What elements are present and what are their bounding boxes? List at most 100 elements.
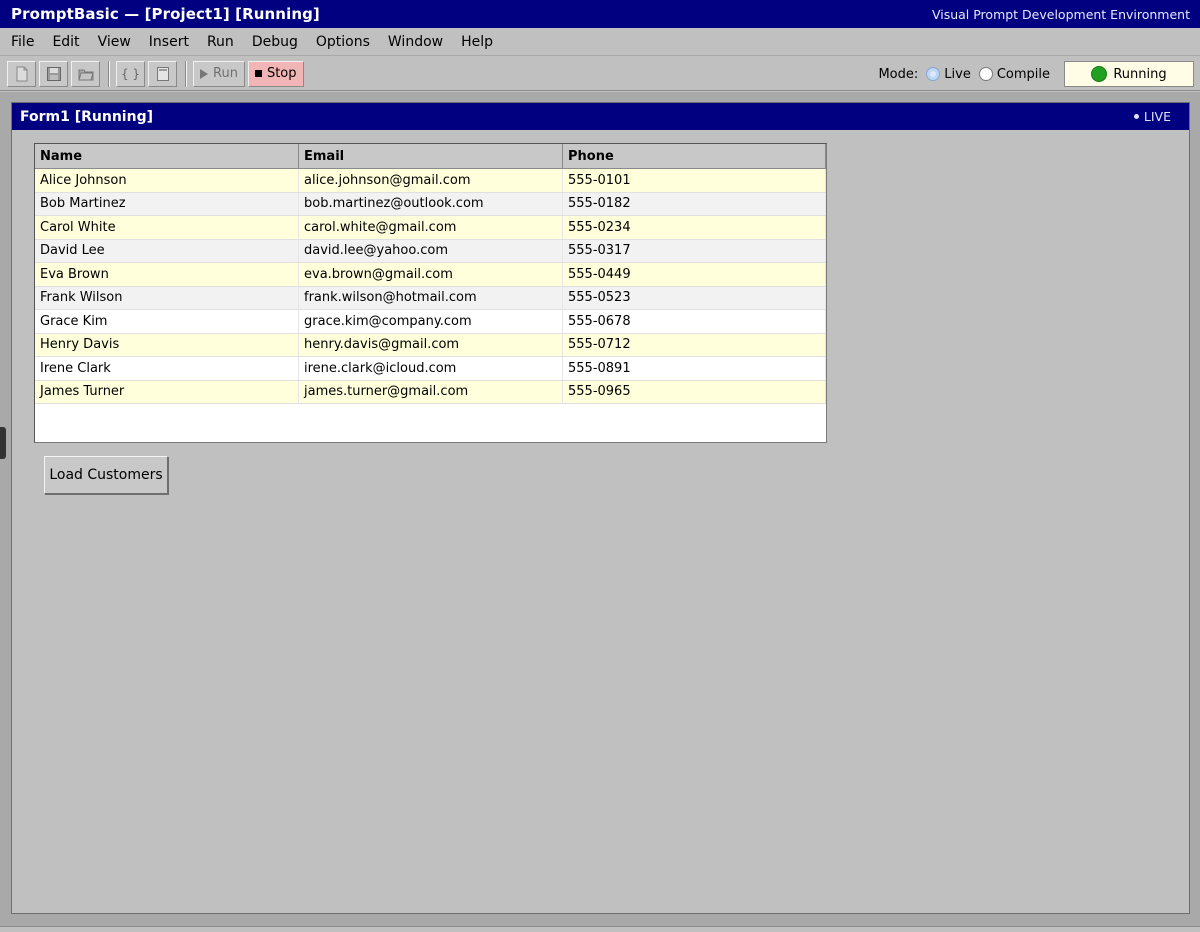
form-title: Form1 [Running] — [20, 108, 153, 125]
open-folder-button[interactable] — [71, 60, 100, 87]
code-view-button[interactable]: { } — [116, 60, 145, 87]
live-indicator: LIVE — [1133, 109, 1171, 124]
table-row[interactable]: Bob Martinez bob.martinez@outlook.com 555-… — [35, 192, 826, 216]
status-bar — [0, 926, 1200, 932]
grid-header: Name Email Phone — [35, 144, 826, 169]
cell-name[interactable]: Alice Johnson — [35, 169, 299, 192]
cell-email[interactable]: henry.davis@gmail.com — [299, 333, 563, 356]
cell-name[interactable]: Bob Martinez — [35, 192, 299, 215]
cell-email[interactable]: frank.wilson@hotmail.com — [299, 286, 563, 309]
status-label: Running — [1113, 66, 1167, 82]
cell-name[interactable]: David Lee — [35, 239, 299, 262]
cell-email[interactable]: david.lee@yahoo.com — [299, 239, 563, 262]
cell-name[interactable]: Henry Davis — [35, 333, 299, 356]
toolbar-separator — [108, 60, 110, 87]
cell-phone[interactable]: 555-0523 — [563, 286, 826, 309]
workspace: Form1 [Running] LIVE Name Email Phone Al… — [0, 92, 1200, 932]
menu-options[interactable]: Options — [307, 28, 379, 56]
cell-email[interactable]: grace.kim@company.com — [299, 310, 563, 333]
status-light-icon — [1091, 66, 1108, 82]
menu-run[interactable]: Run — [198, 28, 243, 56]
radio-selected-icon — [926, 67, 941, 81]
cell-email[interactable]: irene.clark@icloud.com — [299, 357, 563, 380]
cell-email[interactable]: james.turner@gmail.com — [299, 380, 563, 403]
menu-view[interactable]: View — [89, 28, 140, 56]
menu-debug[interactable]: Debug — [243, 28, 307, 56]
mode-live-label: Live — [944, 66, 971, 82]
cell-email[interactable]: eva.brown@gmail.com — [299, 263, 563, 286]
table-row[interactable]: Carol White carol.white@gmail.com 555-0234 — [35, 216, 826, 240]
form-title-bar: Form1 [Running] LIVE — [12, 103, 1189, 130]
code-braces-icon: { } — [120, 66, 141, 81]
mode-selector: Mode: Live Compile — [878, 57, 1050, 91]
menu-file[interactable]: File — [2, 28, 43, 56]
form-window: Form1 [Running] LIVE Name Email Phone Al… — [11, 102, 1190, 914]
table-row[interactable]: David Lee david.lee@yahoo.com 555-0317 — [35, 239, 826, 263]
cell-name[interactable]: Eva Brown — [35, 263, 299, 286]
menu-insert[interactable]: Insert — [140, 28, 198, 56]
save-button[interactable] — [39, 60, 68, 87]
form-view-icon — [156, 66, 169, 81]
column-header-email[interactable]: Email — [299, 144, 563, 168]
cell-phone[interactable]: 555-0101 — [563, 169, 826, 192]
cell-name[interactable]: Frank Wilson — [35, 286, 299, 309]
title-bar: PromptBasic — [Project1] [Running] Visua… — [0, 0, 1200, 28]
mode-live-radio[interactable]: Live — [926, 67, 971, 82]
radio-unselected-icon — [978, 67, 993, 81]
save-icon — [46, 66, 61, 81]
cell-phone[interactable]: 555-0449 — [563, 263, 826, 286]
menu-bar: File Edit View Insert Run Debug Options Window H… — [0, 28, 1200, 56]
cell-email[interactable]: carol.white@gmail.com — [299, 216, 563, 239]
stop-icon — [254, 70, 262, 77]
table-row[interactable]: Irene Clark irene.clark@icloud.com 555-089… — [35, 357, 826, 381]
cell-name[interactable]: Carol White — [35, 216, 299, 239]
cell-phone[interactable]: 555-0317 — [563, 239, 826, 262]
window-subtitle: Visual Prompt Development Environment — [931, 6, 1190, 22]
window-title: PromptBasic — [Project1] [Running] — [11, 5, 320, 23]
cell-phone[interactable]: 555-0182 — [563, 192, 826, 215]
open-folder-icon — [77, 69, 94, 80]
cell-email[interactable]: alice.johnson@gmail.com — [299, 169, 563, 192]
cell-name[interactable]: James Turner — [35, 380, 299, 403]
cell-phone[interactable]: 555-0891 — [563, 357, 826, 380]
customer-grid[interactable]: Name Email Phone Alice Johnson alice.john… — [34, 143, 827, 443]
ide-window: PromptBasic — [Project1] [Running] Visua… — [0, 0, 1200, 932]
stop-button[interactable]: Stop — [247, 60, 304, 87]
load-customers-button[interactable]: Load Customers — [44, 456, 168, 494]
menu-help[interactable]: Help — [452, 28, 502, 56]
cell-phone[interactable]: 555-0234 — [563, 216, 826, 239]
table-row[interactable]: Eva Brown eva.brown@gmail.com 555-0449 — [35, 263, 826, 287]
grid-body: Alice Johnson alice.johnson@gmail.com 555-… — [35, 169, 826, 404]
menu-edit[interactable]: Edit — [43, 28, 88, 56]
column-header-phone[interactable]: Phone — [563, 144, 826, 168]
column-header-name[interactable]: Name — [35, 144, 299, 168]
toolbar: { } Run Stop Mode: Live Compile Running — [0, 57, 1200, 91]
table-row[interactable]: Grace Kim grace.kim@company.com 555-0678 — [35, 310, 826, 334]
stop-label: Stop — [266, 66, 297, 81]
cell-phone[interactable]: 555-0678 — [563, 310, 826, 333]
mode-compile-radio[interactable]: Compile — [978, 66, 1050, 82]
run-label: Run — [213, 66, 238, 81]
play-icon — [200, 68, 208, 79]
table-row[interactable]: Henry Davis henry.davis@gmail.com 555-0712 — [35, 333, 826, 357]
cell-email[interactable]: bob.martinez@outlook.com — [299, 192, 563, 215]
panel-resize-handle[interactable] — [0, 427, 6, 459]
mode-label: Mode: — [878, 66, 919, 82]
table-row[interactable]: James Turner james.turner@gmail.com 555-09… — [35, 380, 826, 404]
live-dot-icon — [1133, 114, 1139, 119]
form-view-button[interactable] — [148, 60, 177, 87]
menu-window[interactable]: Window — [379, 28, 452, 56]
cell-name[interactable]: Grace Kim — [35, 310, 299, 333]
live-label: LIVE — [1143, 109, 1171, 124]
mode-compile-label: Compile — [996, 66, 1050, 82]
run-status-indicator: Running — [1064, 61, 1194, 87]
table-row[interactable]: Alice Johnson alice.johnson@gmail.com 555-… — [35, 169, 826, 193]
cell-phone[interactable]: 555-0965 — [563, 380, 826, 403]
new-file-icon — [16, 66, 27, 81]
toolbar-separator — [185, 60, 187, 87]
cell-name[interactable]: Irene Clark — [35, 357, 299, 380]
table-row[interactable]: Frank Wilson frank.wilson@hotmail.com 555-… — [35, 286, 826, 310]
run-button[interactable]: Run — [193, 60, 245, 87]
cell-phone[interactable]: 555-0712 — [563, 333, 826, 356]
new-file-button[interactable] — [7, 60, 36, 87]
